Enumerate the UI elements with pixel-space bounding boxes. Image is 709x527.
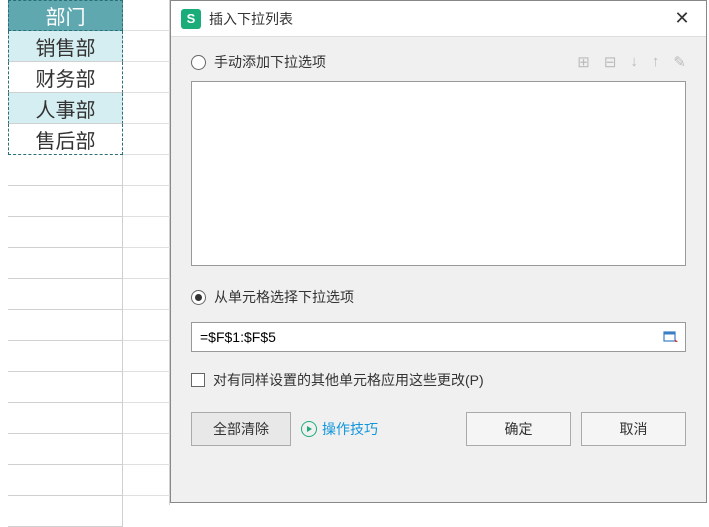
- radio-manual-label: 手动添加下拉选项: [214, 52, 326, 72]
- radio-manual-add[interactable]: 手动添加下拉选项: [191, 52, 326, 72]
- tips-link[interactable]: 操作技巧: [301, 419, 456, 439]
- empty-grid: [8, 155, 123, 505]
- range-input[interactable]: [191, 322, 686, 352]
- dialog-title: 插入下拉列表: [209, 9, 658, 29]
- move-up-icon: ↑: [652, 53, 660, 71]
- radio-icon: [191, 55, 206, 70]
- spreadsheet-area: 部门 销售部 财务部 人事部 售后部: [0, 0, 170, 505]
- cell-row[interactable]: 销售部: [8, 31, 123, 62]
- apply-to-others-label: 对有同样设置的其他单元格应用这些更改(P): [213, 370, 484, 390]
- apply-to-others-checkbox[interactable]: 对有同样设置的其他单元格应用这些更改(P): [191, 370, 686, 390]
- adjacent-column: [123, 0, 170, 505]
- add-item-icon: ⊞: [577, 53, 590, 71]
- cancel-button[interactable]: 取消: [581, 412, 686, 446]
- cell-row[interactable]: 人事部: [8, 93, 123, 124]
- app-icon: S: [181, 9, 201, 29]
- range-picker-icon: [663, 329, 679, 345]
- titlebar: S 插入下拉列表 ✕: [171, 1, 706, 37]
- radio-icon: [191, 290, 206, 305]
- tips-label: 操作技巧: [322, 419, 378, 439]
- range-picker-button[interactable]: [660, 326, 682, 348]
- insert-dropdown-dialog: S 插入下拉列表 ✕ 手动添加下拉选项 ⊞ ⊟ ↓ ↑ ✎ 从单元格选择下拉选项: [170, 0, 707, 503]
- checkbox-icon: [191, 373, 205, 387]
- edit-item-icon: ✎: [673, 53, 686, 71]
- ok-button[interactable]: 确定: [466, 412, 571, 446]
- cell-row[interactable]: 售后部: [8, 124, 123, 155]
- radio-from-range[interactable]: 从单元格选择下拉选项: [191, 287, 354, 307]
- manual-toolbar: ⊞ ⊟ ↓ ↑ ✎: [577, 53, 686, 71]
- close-button[interactable]: ✕: [666, 5, 698, 33]
- manual-items-listbox[interactable]: [191, 81, 686, 266]
- radio-range-label: 从单元格选择下拉选项: [214, 287, 354, 307]
- cell-row[interactable]: 财务部: [8, 62, 123, 93]
- delete-item-icon: ⊟: [604, 53, 617, 71]
- cell-header[interactable]: 部门: [8, 0, 123, 31]
- move-down-icon: ↓: [630, 53, 638, 71]
- clear-all-button[interactable]: 全部清除: [191, 412, 291, 446]
- play-icon: [301, 421, 317, 437]
